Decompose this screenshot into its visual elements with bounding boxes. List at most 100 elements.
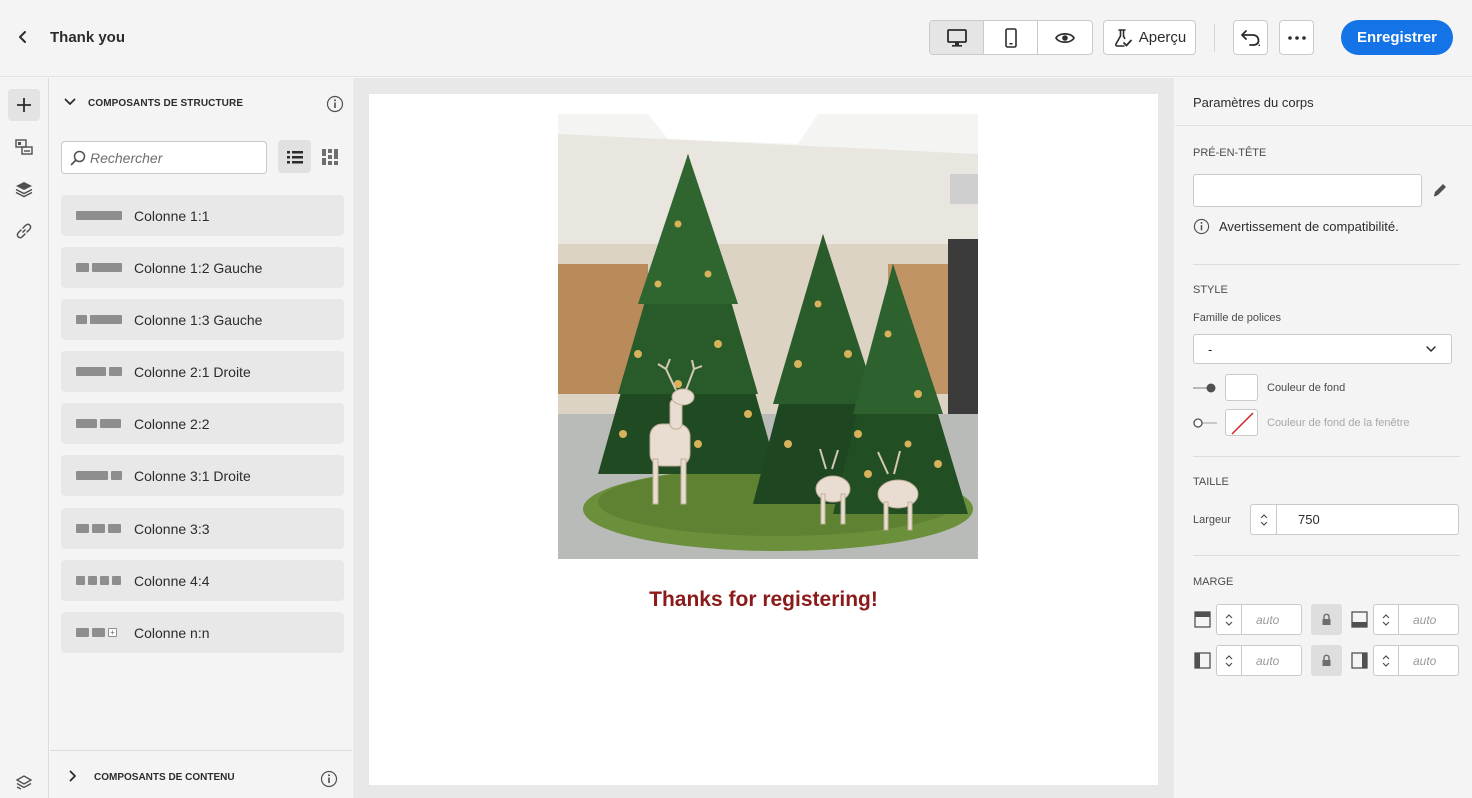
header-divider xyxy=(1214,24,1215,52)
margin-bottom-input[interactable]: auto xyxy=(1398,604,1459,635)
list-view-toggle[interactable] xyxy=(278,140,311,173)
column-1-2-icon xyxy=(76,263,122,272)
preview-label: Aperçu xyxy=(1138,29,1187,46)
margin-left-stepper[interactable] xyxy=(1216,645,1241,676)
layers-settings-button[interactable] xyxy=(8,766,40,798)
settings-title: Paramètres du corps xyxy=(1193,95,1314,110)
chevron-left-icon xyxy=(19,31,26,43)
style-label: STYLE xyxy=(1193,284,1228,296)
component-label: Colonne 1:3 Gauche xyxy=(134,312,263,328)
structure-panel-header: COMPOSANTS DE STRUCTURE xyxy=(50,78,352,128)
margin-row-horizontal: auto auto xyxy=(1193,645,1459,676)
width-input[interactable]: 750 xyxy=(1276,504,1459,535)
divider xyxy=(1175,125,1472,126)
mobile-view-button[interactable] xyxy=(984,21,1038,54)
margin-top-input[interactable]: auto xyxy=(1241,604,1302,635)
component-colonne-1-2-gauche[interactable]: Colonne 1:2 Gauche xyxy=(61,247,344,288)
margin-bottom-stepper[interactable] xyxy=(1373,604,1398,635)
undo-button[interactable] xyxy=(1233,20,1268,55)
column-2-2-icon xyxy=(76,419,121,428)
lock-icon xyxy=(1322,613,1331,625)
margin-top-stepper[interactable] xyxy=(1216,604,1241,635)
structure-panel-title: COMPOSANTS DE STRUCTURE xyxy=(88,98,244,109)
window-bg-swatch[interactable] xyxy=(1225,409,1258,436)
layers-button[interactable] xyxy=(8,173,40,205)
device-toggle-group xyxy=(929,20,1093,55)
component-colonne-3-3[interactable]: Colonne 3:3 xyxy=(61,508,344,549)
toggle-on-icon[interactable] xyxy=(1193,382,1217,394)
chevron-up-icon xyxy=(1225,613,1233,618)
toggle-off-icon[interactable] xyxy=(1193,417,1217,429)
lock-horizontal-button[interactable] xyxy=(1311,645,1342,676)
font-family-select[interactable]: - xyxy=(1193,334,1452,364)
desktop-icon xyxy=(946,28,967,47)
compat-warning-text: Avertissement de compatibilité. xyxy=(1219,219,1399,234)
structure-components-panel: COMPOSANTS DE STRUCTURE Colonne 1:1 Colo… xyxy=(50,78,352,798)
more-horizontal-icon xyxy=(1287,35,1306,40)
content-components-section[interactable]: COMPOSANTS DE CONTENU xyxy=(50,750,352,798)
chevron-down-icon xyxy=(1225,621,1233,626)
column-n-n-icon: + xyxy=(76,628,117,637)
thanks-heading[interactable]: Thanks for registering! xyxy=(369,588,1158,612)
window-bg-label: Couleur de fond de la fenêtre xyxy=(1267,416,1410,429)
eye-icon xyxy=(1055,32,1075,43)
component-colonne-1-1[interactable]: Colonne 1:1 xyxy=(61,195,344,236)
component-colonne-3-1-droite[interactable]: Colonne 3:1 Droite xyxy=(61,455,344,496)
window-bg-row: Couleur de fond de la fenêtre xyxy=(1193,409,1410,436)
divider xyxy=(1193,456,1460,457)
compat-warning: Avertissement de compatibilité. xyxy=(1193,218,1399,235)
margin-label: MARGE xyxy=(1193,576,1234,588)
desktop-view-button[interactable] xyxy=(930,21,984,54)
page-title: Thank you xyxy=(50,29,126,46)
component-colonne-2-1-droite[interactable]: Colonne 2:1 Droite xyxy=(61,351,344,392)
chevron-down-icon xyxy=(1260,521,1267,526)
search-input[interactable] xyxy=(90,149,260,166)
bg-color-label: Couleur de fond xyxy=(1267,381,1346,394)
width-stepper[interactable] xyxy=(1250,504,1276,535)
layers-icon xyxy=(15,182,33,198)
bg-color-row: Couleur de fond xyxy=(1193,374,1345,401)
font-family-value: - xyxy=(1208,341,1213,357)
component-search[interactable] xyxy=(61,141,267,174)
lock-vertical-button[interactable] xyxy=(1311,604,1342,635)
lock-icon xyxy=(1322,654,1331,666)
size-label: TAILLE xyxy=(1193,476,1229,488)
margin-left-input[interactable]: auto xyxy=(1241,645,1302,676)
component-label: Colonne 1:1 xyxy=(134,208,210,224)
component-colonne-4-4[interactable]: Colonne 4:4 xyxy=(61,560,344,601)
component-label: Colonne 3:1 Droite xyxy=(134,468,251,484)
margin-right-input[interactable]: auto xyxy=(1398,645,1459,676)
chevron-up-icon xyxy=(1225,654,1233,659)
margin-bottom-icon xyxy=(1350,611,1368,629)
preview-test-button[interactable]: Aperçu xyxy=(1103,20,1196,55)
left-rail xyxy=(0,78,49,798)
component-colonne-1-3-gauche[interactable]: Colonne 1:3 Gauche xyxy=(61,299,344,340)
layer-settings-icon xyxy=(15,775,33,790)
preheader-field[interactable] xyxy=(1193,174,1422,207)
component-colonne-n-n[interactable]: + Colonne n:n xyxy=(61,612,344,653)
mobile-icon xyxy=(1004,27,1017,48)
christmas-tree-image[interactable] xyxy=(558,114,978,559)
chevron-up-icon xyxy=(1382,654,1390,659)
email-canvas[interactable]: Thanks for registering! xyxy=(369,94,1158,785)
component-colonne-2-2[interactable]: Colonne 2:2 xyxy=(61,403,344,444)
width-row: Largeur 750 xyxy=(1193,504,1459,535)
column-4-4-icon xyxy=(76,576,121,585)
preview-eye-button[interactable] xyxy=(1038,21,1092,54)
font-family-label: Famille de polices xyxy=(1193,312,1282,324)
assets-button[interactable] xyxy=(8,131,40,163)
chevron-up-icon xyxy=(1382,613,1390,618)
component-label: Colonne 3:3 xyxy=(134,521,210,537)
grid-view-icon xyxy=(321,148,338,165)
bg-color-swatch[interactable] xyxy=(1225,374,1258,401)
more-options-button[interactable] xyxy=(1279,20,1314,55)
undo-icon xyxy=(1240,29,1260,46)
save-button[interactable]: Enregistrer xyxy=(1341,20,1453,55)
links-button[interactable] xyxy=(8,215,40,247)
margin-right-stepper[interactable] xyxy=(1373,645,1398,676)
pencil-icon[interactable] xyxy=(1431,181,1449,199)
divider xyxy=(1193,555,1460,556)
add-components-button[interactable] xyxy=(8,89,40,121)
back-button[interactable] xyxy=(10,24,36,50)
grid-view-toggle[interactable] xyxy=(313,140,346,173)
